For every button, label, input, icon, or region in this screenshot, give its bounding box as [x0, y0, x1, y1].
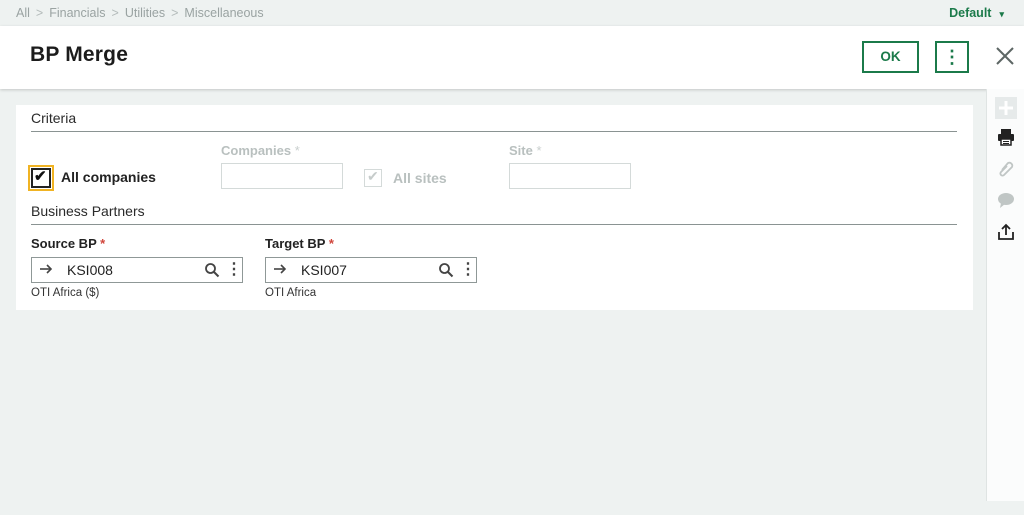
- checkmark-icon: ✔: [367, 168, 379, 184]
- checkmark-icon: ✔: [34, 168, 47, 185]
- breadcrumb-separator: >: [171, 6, 179, 20]
- companies-label-text: Companies: [221, 143, 292, 158]
- breadcrumb-separator: >: [35, 6, 44, 20]
- all-sites-checkbox[interactable]: ✔: [364, 168, 382, 187]
- companies-label: Companies *: [221, 143, 300, 158]
- breadcrumb-item-miscellaneous[interactable]: Miscellaneous: [184, 6, 263, 20]
- close-icon: [996, 47, 1014, 65]
- target-bp-label: Target BP *: [265, 236, 334, 251]
- source-bp-label: Source BP *: [31, 236, 105, 251]
- arrow-right-icon[interactable]: [273, 260, 287, 281]
- add-icon[interactable]: [995, 97, 1017, 119]
- divider: [31, 131, 957, 132]
- profile-label: Default: [949, 6, 992, 20]
- breadcrumb: All > Financials > Utilities > Miscellaneous: [16, 6, 264, 20]
- source-bp-value[interactable]: KSI008: [67, 262, 113, 278]
- page-header: BP Merge OK ⋮: [0, 26, 1024, 89]
- breadcrumb-item-all[interactable]: All: [16, 6, 30, 20]
- export-icon[interactable]: [995, 222, 1017, 244]
- source-bp-field[interactable]: KSI008 ⋮: [31, 257, 243, 283]
- more-vertical-icon: ⋮: [943, 47, 961, 67]
- companies-field[interactable]: [221, 163, 343, 189]
- search-icon[interactable]: [204, 262, 220, 278]
- site-label: Site *: [509, 143, 542, 158]
- more-vertical-icon[interactable]: ⋮: [460, 259, 476, 279]
- source-bp-description: OTI Africa ($): [31, 287, 100, 299]
- all-sites-label: All sites: [393, 170, 447, 186]
- breadcrumb-item-utilities[interactable]: Utilities: [125, 6, 165, 20]
- breadcrumb-separator: >: [111, 6, 119, 20]
- search-icon[interactable]: [438, 262, 454, 278]
- print-icon[interactable]: [995, 127, 1017, 149]
- divider: [31, 224, 957, 225]
- target-bp-field[interactable]: KSI007 ⋮: [265, 257, 477, 283]
- page-title: BP Merge: [30, 43, 129, 66]
- criteria-card: Criteria ✔ All companies Companies * ✔ A…: [16, 105, 973, 310]
- more-actions-button[interactable]: ⋮: [935, 41, 969, 73]
- target-bp-value[interactable]: KSI007: [301, 262, 347, 278]
- attachment-icon[interactable]: [995, 159, 1017, 181]
- arrow-right-icon[interactable]: [39, 260, 53, 281]
- right-toolbar: [986, 89, 1024, 501]
- site-label-text: Site: [509, 143, 533, 158]
- target-bp-description: OTI Africa: [265, 287, 317, 299]
- breadcrumb-item-financials[interactable]: Financials: [49, 6, 105, 20]
- required-star: *: [100, 236, 106, 251]
- required-star: *: [536, 143, 542, 158]
- chevron-down-icon: ▾: [999, 9, 1004, 19]
- close-button[interactable]: [992, 43, 1018, 69]
- all-companies-label: All companies: [61, 169, 156, 185]
- profile-selector[interactable]: Default ▾: [949, 6, 1004, 20]
- page-footer: [0, 501, 1024, 515]
- ok-button[interactable]: OK: [862, 41, 919, 73]
- required-star: *: [328, 236, 334, 251]
- all-companies-checkbox[interactable]: ✔: [28, 165, 54, 191]
- source-bp-label-text: Source BP: [31, 236, 97, 251]
- required-star: *: [294, 143, 300, 158]
- criteria-section-title: Criteria: [31, 110, 77, 126]
- business-partners-section-title: Business Partners: [31, 203, 145, 219]
- site-field[interactable]: [509, 163, 631, 189]
- target-bp-label-text: Target BP: [265, 236, 326, 251]
- more-vertical-icon[interactable]: ⋮: [226, 259, 242, 279]
- breadcrumb-bar: All > Financials > Utilities > Miscellaneous D…: [0, 0, 1024, 26]
- comment-icon[interactable]: [995, 190, 1017, 212]
